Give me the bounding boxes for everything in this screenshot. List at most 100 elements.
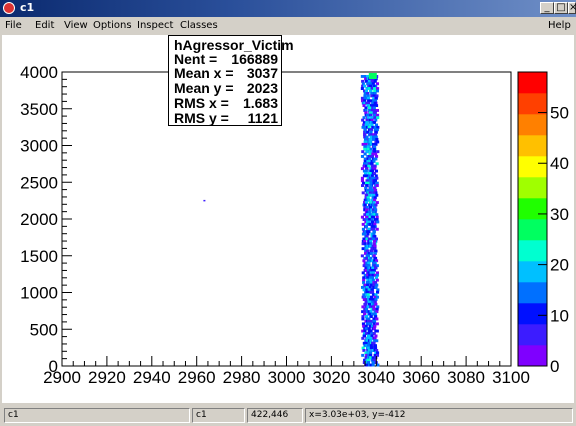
palette-swatch	[518, 324, 547, 346]
minimize-button[interactable]: _	[540, 2, 554, 14]
heatmap-cell	[363, 312, 367, 316]
heatmap-cell	[363, 128, 367, 132]
heatmap-cell	[363, 232, 367, 236]
menu-help[interactable]: Help	[548, 20, 571, 31]
heatmap-cell	[367, 164, 371, 168]
stats-value-mean-x: 3037	[246, 65, 278, 81]
close-button[interactable]: ×	[568, 2, 576, 14]
heatmap-cell	[373, 312, 377, 316]
heatmap-chart: 0 500 1000 1500 2000 2500 3000 3500 4000 2900 292…	[20, 63, 569, 387]
heatmap-cell	[366, 116, 370, 120]
menu-bar: File Edit View Options Inspect Classes H…	[0, 17, 576, 35]
heatmap-cell	[375, 227, 379, 231]
heatmap-cell	[360, 155, 364, 158]
heatmap-cell	[369, 205, 373, 209]
heatmap-cell	[365, 363, 369, 367]
heatmap-cell	[376, 220, 380, 224]
menu-edit[interactable]: Edit	[35, 20, 54, 31]
heatmap-cell	[376, 290, 380, 294]
heatmap-cell	[360, 96, 364, 100]
stats-value-mean-y: 2023	[246, 80, 278, 96]
x-tick-label: 3040	[357, 368, 395, 387]
heatmap-cell	[368, 106, 372, 110]
x-tick-label: 2940	[133, 368, 171, 387]
y-tick-label: 1000	[20, 284, 58, 303]
heatmap-cell	[376, 116, 380, 120]
heatmap-cell	[373, 319, 377, 323]
window-title: c1	[20, 1, 35, 14]
heatmap-cell	[361, 184, 365, 187]
stats-label-mean-x: Mean x =	[174, 65, 234, 81]
heatmap-cell	[365, 205, 369, 209]
menu-view[interactable]: View	[64, 20, 88, 31]
status-field-pixel: 422,446	[247, 408, 303, 423]
y-tick-label: 3000	[20, 137, 58, 156]
stats-label-mean-y: Mean y =	[174, 80, 234, 96]
status-field-coordinates: x=3.03e+03, y=-412	[305, 408, 573, 423]
z-tick-label: 30	[550, 205, 569, 224]
plot-frame	[61, 71, 512, 367]
heatmap-cell	[375, 213, 379, 217]
palette-swatch	[518, 93, 547, 115]
palette-swatch	[518, 177, 547, 199]
heatmap-cell	[372, 254, 376, 258]
heatmap-cell	[375, 184, 379, 187]
palette-swatch	[518, 135, 547, 157]
heatmap-cell	[364, 138, 368, 141]
x-tick-label: 2900	[43, 368, 81, 387]
heatmap-cell	[372, 145, 376, 149]
heatmap-cell	[369, 184, 373, 187]
heatmap-cell	[370, 155, 374, 158]
plot-canvas[interactable]: 0 500 1000 1500 2000 2500 3000 3500 4000 2900 292…	[2, 35, 574, 403]
heatmap-cell	[372, 232, 376, 236]
x-tick-label: 3100	[492, 368, 530, 387]
y-tick-label: 3500	[20, 100, 58, 119]
heatmap-cell	[363, 213, 367, 217]
heatmap-cell	[375, 176, 379, 180]
heatmap-cell	[361, 317, 365, 321]
heatmap-cell	[360, 176, 364, 180]
menu-options[interactable]: Options	[93, 20, 132, 31]
heatmap-cell	[360, 254, 364, 258]
z-tick-label: 40	[550, 154, 569, 173]
status-bar: c1 c1 422,446 x=3.03e+03, y=-412	[0, 405, 576, 426]
heatmap-cell	[369, 351, 373, 355]
stats-value-nent: 166889	[231, 51, 278, 67]
heatmap-cell	[361, 336, 365, 340]
palette-swatch	[518, 282, 547, 304]
x-tick-label: 3000	[268, 368, 306, 387]
heatmap-cell	[365, 184, 369, 187]
heatmap-cell	[372, 106, 376, 110]
palette-swatch	[518, 114, 547, 136]
heatmap-cell	[366, 96, 370, 100]
heatmap-cell	[364, 106, 368, 110]
y-tick-label: 2500	[20, 173, 58, 192]
x-tick-label: 3020	[312, 368, 350, 387]
heatmap-cell	[363, 302, 367, 306]
menu-file[interactable]: File	[5, 20, 22, 31]
heatmap-cell	[369, 242, 373, 246]
stats-value-rms-x: 1.683	[242, 95, 278, 111]
heatmap-cell	[371, 361, 375, 364]
stats-box[interactable]: hAgressor_Victim Nent = 166889 Mean x = …	[168, 35, 294, 126]
heatmap-cell	[369, 319, 373, 323]
z-tick-label: 20	[550, 256, 569, 275]
heatmap-cell	[371, 290, 375, 294]
stats-label-rms-y: RMS y =	[174, 110, 229, 126]
heatmap-cell	[361, 191, 365, 195]
menu-classes[interactable]: Classes	[180, 20, 218, 31]
z-tick-label: 10	[550, 306, 569, 325]
x-tick-label: 2920	[88, 368, 126, 387]
heatmap-cell	[366, 254, 370, 258]
heatmap-cell	[373, 89, 377, 93]
z-tick-label: 50	[550, 104, 569, 123]
heatmap-cell	[366, 361, 370, 364]
stats-label-rms-x: RMS x =	[174, 95, 229, 111]
heatmap-cell	[360, 75, 364, 78]
window-title-bar[interactable]: c1 _ □ ×	[0, 0, 576, 17]
heatmap-cell	[375, 155, 379, 158]
heatmap-cell	[364, 225, 368, 229]
maximize-button[interactable]: □	[554, 2, 568, 14]
status-field-canvas: c1	[192, 408, 245, 423]
menu-inspect[interactable]: Inspect	[137, 20, 173, 31]
